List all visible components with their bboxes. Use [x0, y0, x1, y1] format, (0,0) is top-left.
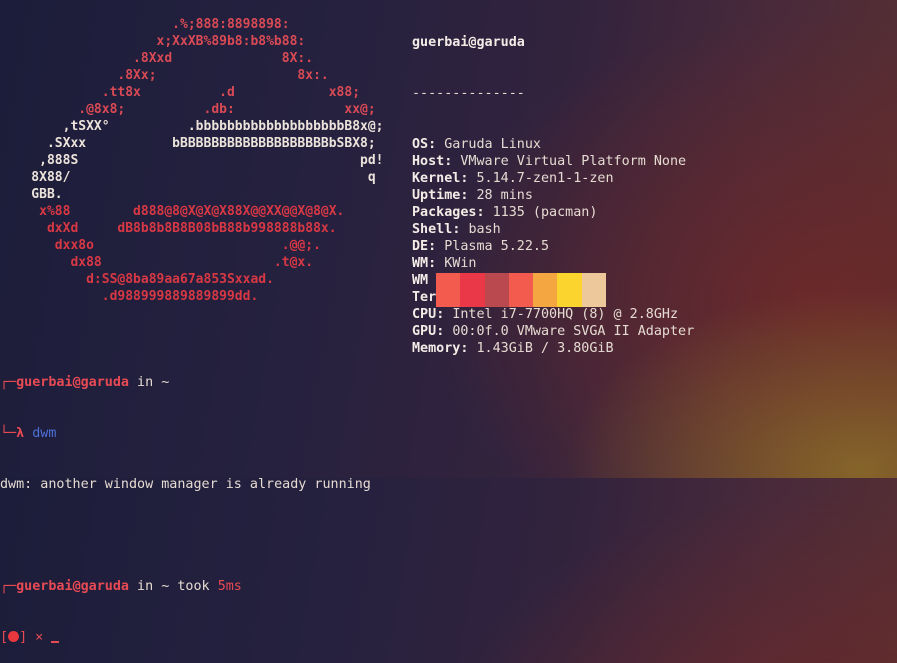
info-value: Plasma 5.22.5	[444, 239, 550, 254]
info-row-os: OS: Garuda Linux	[412, 137, 541, 152]
info-value: VMware Virtual Platform None	[460, 154, 687, 169]
info-row-packages: Packages: 1135 (pacman)	[412, 205, 598, 220]
info-value: KWin	[444, 256, 477, 271]
color-palette	[436, 273, 607, 307]
ascii-line: x;XxXB%89b8:b8%b88:	[0, 34, 306, 49]
info-key: Kernel	[412, 171, 461, 186]
info-row-shell: Shell: bash	[412, 222, 501, 237]
ascii-line: ,888S pd!	[0, 153, 384, 168]
color-swatch-6	[557, 273, 582, 307]
info-row-wm: WM: KWin	[412, 256, 477, 271]
color-swatch-4	[508, 273, 534, 307]
info-value: 00:0f.0 VMware SVGA II Adapter	[452, 324, 695, 339]
info-value: Garuda Linux	[444, 137, 541, 152]
color-swatch-1	[436, 273, 461, 307]
info-key: DE	[412, 239, 429, 254]
info-row-memory: Memory: 1.43GiB / 3.80GiB	[412, 341, 614, 356]
info-separator: --------------	[412, 86, 525, 101]
info-value: 1.43GiB / 3.80GiB	[476, 341, 614, 356]
ascii-line: GBB.	[0, 187, 63, 202]
system-info: guerbai@garuda -------------- OS: Garuda…	[412, 0, 694, 374]
text-cursor[interactable]	[51, 641, 60, 643]
ascii-line: .%;888:8898898:	[0, 17, 290, 32]
info-row-uptime: Uptime: 28 mins	[412, 188, 533, 203]
info-row-gpu: GPU: 00:0f.0 VMware SVGA II Adapter	[412, 324, 695, 339]
color-swatch-2	[460, 273, 485, 307]
info-key: Packages	[412, 205, 477, 220]
prompt-line-2: ┌─guerbai@garuda in ~ took 5ms	[0, 579, 242, 594]
info-key: CPU	[412, 307, 437, 322]
color-swatch-5	[533, 273, 558, 307]
info-row-de: DE: Plasma 5.22.5	[412, 239, 550, 254]
input-line[interactable]: [] ×	[0, 629, 371, 646]
info-row-kernel: Kernel: 5.14.7-zen1-1-zen	[412, 171, 614, 186]
info-value: 5.14.7-zen1-1-zen	[476, 171, 614, 186]
error-dot-icon	[8, 631, 20, 642]
color-swatch-3	[484, 273, 509, 307]
info-key: Memory	[412, 341, 461, 356]
info-title: guerbai@garuda	[412, 35, 525, 50]
ascii-line: .8Xx; 8x:.	[0, 68, 329, 83]
ascii-line: d:SS@8ba89aa67a853Sxxad.	[0, 272, 274, 287]
ascii-line: .SXxx bBBBBBBBBBBBBBBBBBBBbSBX8;	[0, 136, 376, 151]
prompt-line-1: ┌─guerbai@garuda in ~	[0, 375, 170, 390]
error-status-indicator: [] ×	[0, 630, 44, 645]
info-key: Shell	[412, 222, 453, 237]
ascii-logo: .%;888:8898898: x;XxXB%89b8:b8%b88: .8Xx…	[0, 16, 384, 305]
ascii-line: x%88 d888@8@X@X@X88X@@XX@@X@8@X.	[0, 204, 345, 219]
info-key: WM	[412, 256, 429, 271]
info-key: OS	[412, 137, 429, 152]
info-row-host: Host: VMware Virtual Platform None	[412, 154, 687, 169]
info-key: GPU	[412, 324, 437, 339]
command-text: dwm	[32, 426, 57, 441]
ascii-line: .@8x8; .db: xx@;	[0, 102, 376, 117]
info-value: 1135 (pacman)	[492, 205, 598, 220]
info-key: Uptime	[412, 188, 461, 203]
error-output: dwm: another window manager is already r…	[0, 477, 371, 492]
ascii-line: dxx8o .@@;.	[0, 238, 321, 253]
command-line-1: └─λ dwm	[0, 426, 57, 441]
info-value: Intel i7-7700HQ (8) @ 2.8GHz	[452, 307, 679, 322]
ascii-line: 8X88/ q	[0, 170, 376, 185]
color-swatch-7	[581, 273, 607, 307]
info-value: 28 mins	[476, 188, 533, 203]
lambda-icon: λ	[16, 426, 25, 441]
ascii-line: dxXd dB8b8b8B8B08bB88b998888b88x.	[0, 221, 337, 236]
info-key: Host	[412, 154, 445, 169]
ascii-line: .d988999889889899dd.	[0, 289, 259, 304]
ascii-line: dx88 .t@x.	[0, 255, 314, 270]
info-row-cpu: CPU: Intel i7-7700HQ (8) @ 2.8GHz	[412, 307, 679, 322]
ascii-line: .8Xxd 8X:.	[0, 51, 314, 66]
terminal-output: ┌─guerbai@garuda in ~ └─λ dwm dwm: anoth…	[0, 340, 371, 663]
info-value: bash	[468, 222, 501, 237]
ascii-line: ,tSXX° .bbbbbbbbbbbbbbbbbbbB8x@;	[0, 119, 384, 134]
ascii-line: .tt8x .d x88;	[0, 85, 361, 100]
